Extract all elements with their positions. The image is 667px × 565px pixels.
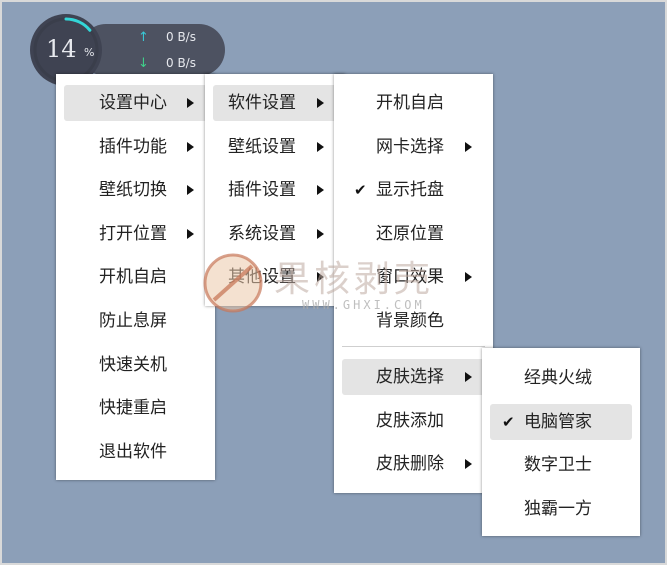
software-menu-item-label: 开机自启 xyxy=(376,93,444,113)
chevron-right-icon xyxy=(317,272,324,283)
menu-separator xyxy=(342,346,485,347)
software-menu-item-label: 窗口效果 xyxy=(376,267,444,288)
main-menu-item-label: 插件功能 xyxy=(99,136,167,157)
arrow-up-icon: ↑ xyxy=(138,30,149,45)
software-menu-item-label: 皮肤添加 xyxy=(376,410,444,431)
arrow-down-icon: ↓ xyxy=(138,56,149,71)
chevron-right-icon xyxy=(187,185,194,196)
software-menu-item-label: 网卡选择 xyxy=(376,136,444,157)
settings-menu-item-label: 系统设置 xyxy=(228,223,296,244)
settings-menu-item[interactable]: 壁纸设置 xyxy=(213,129,337,165)
software-menu-item[interactable]: ✔ 显示托盘 xyxy=(342,172,485,208)
main-menu-item[interactable]: 设置中心 xyxy=(64,85,207,121)
check-icon: ✔ xyxy=(354,181,367,200)
chevron-right-icon xyxy=(317,141,324,152)
software-menu-item-label: 皮肤删除 xyxy=(376,454,444,475)
software-menu-item[interactable]: 皮肤添加 xyxy=(342,403,485,439)
chevron-right-icon xyxy=(465,272,472,283)
download-speed: 0 B/s xyxy=(166,56,196,70)
main-menu-item-label: 设置中心 xyxy=(99,93,167,113)
chevron-right-icon xyxy=(317,185,324,196)
main-menu-item-label: 开机自启 xyxy=(99,267,167,288)
main-menu-item-label: 防止息屏 xyxy=(99,311,167,331)
settings-menu-item-label: 软件设置 xyxy=(228,93,296,113)
software-menu-item[interactable]: 皮肤删除 xyxy=(342,446,485,482)
check-icon: ✔ xyxy=(502,412,515,431)
software-menu-item[interactable]: 窗口效果 xyxy=(342,259,485,295)
main-menu-item-label: 打开位置 xyxy=(99,223,167,244)
main-menu-item-label: 退出软件 xyxy=(99,441,167,462)
main-menu-item[interactable]: 快速关机 xyxy=(64,347,207,383)
main-menu-item[interactable]: 开机自启 xyxy=(64,259,207,295)
settings-menu-item[interactable]: 插件设置 xyxy=(213,172,337,208)
main-menu-item-label: 快速关机 xyxy=(99,354,167,375)
submenu-settings-center: 软件设置壁纸设置插件设置系统设置其他设置 xyxy=(205,74,345,306)
main-menu-item[interactable]: 防止息屏 xyxy=(64,303,207,339)
settings-menu-item[interactable]: 系统设置 xyxy=(213,216,337,252)
cpu-percent-unit: % xyxy=(84,46,95,59)
main-menu-item-label: 快捷重启 xyxy=(99,398,167,419)
chevron-right-icon xyxy=(187,228,194,239)
main-menu-item[interactable]: 壁纸切换 xyxy=(64,172,207,208)
software-menu-item-label: 背景颜色 xyxy=(376,311,444,331)
chevron-right-icon xyxy=(187,98,194,108)
skin-menu-item[interactable]: 独霸一方 xyxy=(490,491,632,527)
software-menu-item[interactable]: 背景颜色 xyxy=(342,303,485,339)
main-menu-item-label: 壁纸切换 xyxy=(99,180,167,201)
chevron-right-icon xyxy=(465,459,472,470)
main-menu-item[interactable]: 快捷重启 xyxy=(64,390,207,426)
skin-menu-item-label: 数字卫士 xyxy=(524,455,592,476)
skin-menu-item-label: 独霸一方 xyxy=(524,498,592,519)
main-menu-item[interactable]: 插件功能 xyxy=(64,129,207,165)
cpu-percent-value: 14 xyxy=(46,35,77,63)
cpu-usage-arc xyxy=(64,17,92,32)
skin-menu-item-label: 电脑管家 xyxy=(524,411,592,432)
software-menu-item[interactable]: 皮肤选择 xyxy=(342,359,485,395)
context-menu-main: 设置中心插件功能壁纸切换打开位置开机自启防止息屏快速关机快捷重启退出软件 xyxy=(56,74,215,480)
software-menu-item[interactable]: 网卡选择 xyxy=(342,129,485,165)
software-menu-item-label: 皮肤选择 xyxy=(376,367,444,387)
submenu-skin-select: 经典火绒 ✔ 电脑管家数字卫士独霸一方 xyxy=(482,348,640,536)
upload-row: ↑ 0 B/s xyxy=(138,30,228,48)
upload-speed: 0 B/s xyxy=(166,30,196,44)
chevron-right-icon xyxy=(317,228,324,239)
settings-menu-item[interactable]: 软件设置 xyxy=(213,85,337,121)
chevron-right-icon xyxy=(317,98,324,108)
settings-menu-item-label: 插件设置 xyxy=(228,180,296,201)
software-menu-item[interactable]: 开机自启 xyxy=(342,85,485,121)
chevron-right-icon xyxy=(187,141,194,152)
skin-menu-item[interactable]: ✔ 电脑管家 xyxy=(490,403,632,440)
skin-menu-item[interactable]: 经典火绒 xyxy=(490,360,632,396)
software-menu-item[interactable]: 还原位置 xyxy=(342,216,485,252)
skin-menu-item[interactable]: 数字卫士 xyxy=(490,447,632,483)
chevron-right-icon xyxy=(465,141,472,152)
main-menu-item[interactable]: 打开位置 xyxy=(64,216,207,252)
download-row: ↓ 0 B/s xyxy=(138,56,228,74)
software-menu-item-label: 显示托盘 xyxy=(376,180,444,201)
settings-menu-item-label: 其他设置 xyxy=(228,267,296,288)
settings-menu-item-label: 壁纸设置 xyxy=(228,136,296,157)
chevron-right-icon xyxy=(465,372,472,382)
submenu-software-settings: 开机自启网卡选择 ✔ 显示托盘还原位置窗口效果背景颜色皮肤选择皮肤添加皮肤删除 xyxy=(334,74,493,493)
software-menu-item-label: 还原位置 xyxy=(376,223,444,244)
skin-menu-item-label: 经典火绒 xyxy=(524,368,592,388)
main-menu-item[interactable]: 退出软件 xyxy=(64,434,207,470)
settings-menu-item[interactable]: 其他设置 xyxy=(213,259,337,295)
